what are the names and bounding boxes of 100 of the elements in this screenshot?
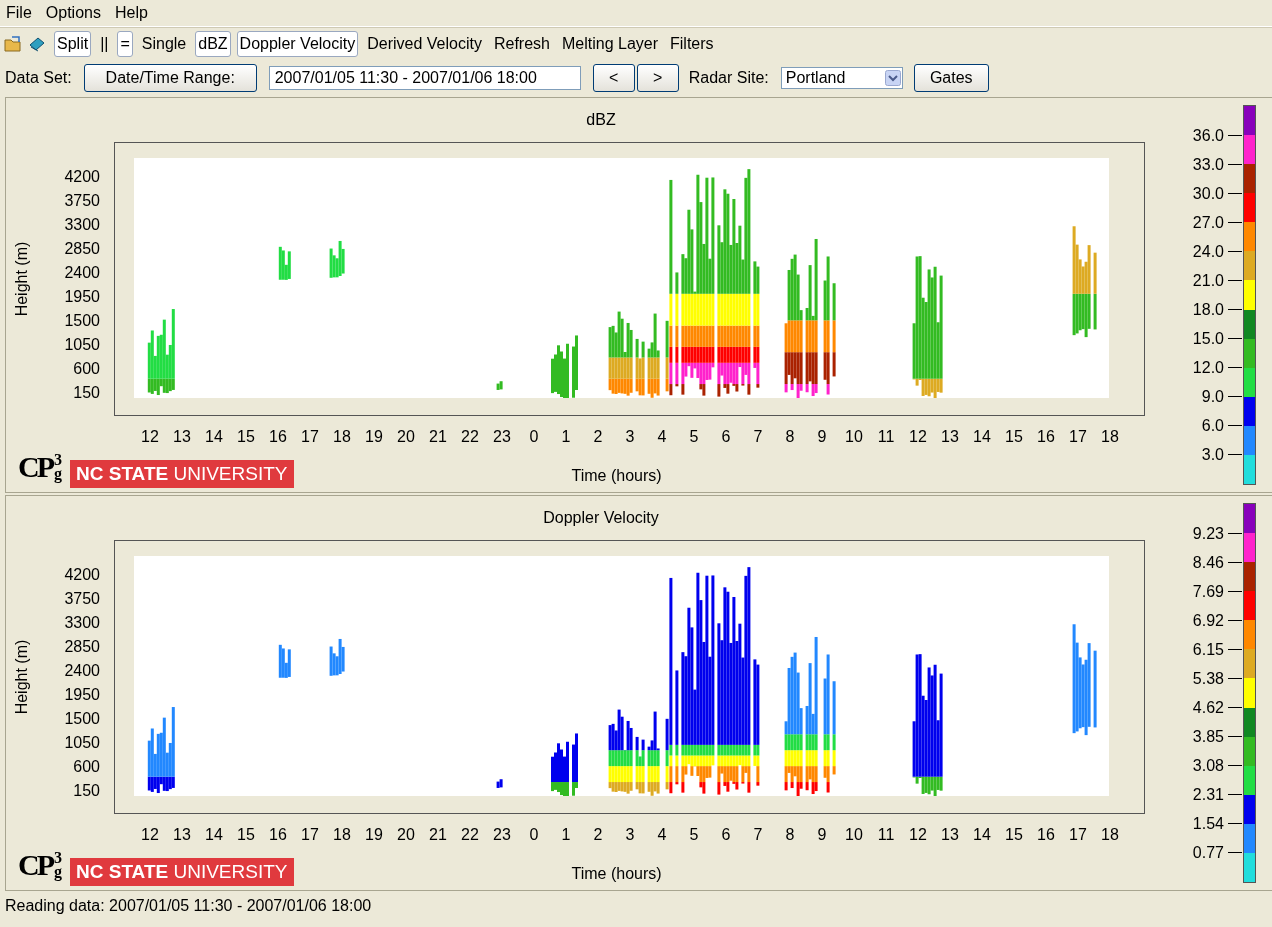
menu-item[interactable]: File: [6, 4, 32, 22]
radar-site-label: Radar Site:: [688, 69, 769, 87]
tick-label: 14: [972, 428, 992, 446]
scale-label: 36.0: [1192, 126, 1224, 145]
scale-label: 1.54: [1192, 814, 1224, 833]
tick-label: 1950: [64, 685, 100, 705]
university-banner: NC STATE UNIVERSITY: [70, 460, 294, 488]
tick-label: 0: [528, 428, 540, 446]
tick-label: 16: [268, 826, 288, 844]
tick-label: 22: [460, 826, 480, 844]
tick-label: 18: [332, 428, 352, 446]
status-text: Reading data: 2007/01/05 11:30 - 2007/01/06 18:00: [4, 896, 373, 916]
tick-label: 23: [492, 428, 512, 446]
tick-label: 150: [73, 781, 100, 801]
tick-label: 13: [172, 428, 192, 446]
tick-label: 23: [492, 826, 512, 844]
tick-label: 16: [1036, 428, 1056, 446]
tick-label: 600: [73, 359, 100, 379]
scale-label: 30.0: [1192, 184, 1224, 203]
tick-label: 1050: [64, 733, 100, 753]
gates-button[interactable]: Gates: [913, 64, 989, 92]
date-range-field[interactable]: 2007/01/05 11:30 - 2007/01/06 18:00: [268, 66, 581, 90]
previous-button[interactable]: <: [592, 64, 635, 92]
tick-label: 5: [688, 826, 700, 844]
menu-item[interactable]: Options: [45, 4, 101, 22]
tick-label: 14: [204, 428, 224, 446]
tick-label: 13: [172, 826, 192, 844]
tick-label: 10: [844, 826, 864, 844]
axis-label: Time (hours): [571, 865, 662, 883]
tick-label: 8: [784, 826, 796, 844]
tick-label: 21: [428, 826, 448, 844]
tick-label: 4200: [64, 167, 100, 187]
axis-label: Height (m): [13, 241, 31, 317]
scale-label: 6.0: [1201, 416, 1224, 435]
date-range-button[interactable]: Date/Time Range:: [83, 64, 257, 92]
tick-label: 16: [1036, 826, 1056, 844]
radar-site-dropdown[interactable]: Portland: [780, 67, 903, 89]
tick-label: 22: [460, 428, 480, 446]
axis-label: Height (m): [13, 639, 31, 715]
scale-label: 24.0: [1192, 242, 1224, 261]
tick-label: 21: [428, 428, 448, 446]
tick-label: 5: [688, 428, 700, 446]
toolbar-button[interactable]: Melting Layer: [559, 31, 662, 57]
toolbar-button[interactable]: Split: [54, 31, 92, 57]
tick-label: 13: [940, 428, 960, 446]
toolbar-button[interactable]: Single: [138, 31, 190, 57]
tick-label: 9: [816, 428, 828, 446]
tick-label: 3750: [64, 589, 100, 609]
scale-label: 9.0: [1201, 387, 1224, 406]
toolbar-button[interactable]: Filters: [667, 31, 717, 57]
toolbar-button[interactable]: ||: [97, 31, 112, 57]
toolbar-button[interactable]: dBZ: [195, 31, 231, 57]
tick-label: 20: [396, 428, 416, 446]
tick-label: 13: [940, 826, 960, 844]
tick-label: 15: [1004, 428, 1024, 446]
tick-label: 18: [1100, 428, 1120, 446]
tick-label: 16: [268, 428, 288, 446]
scale-label: 33.0: [1192, 155, 1224, 174]
tick-label: 19: [364, 428, 384, 446]
tick-label: 17: [300, 826, 320, 844]
tick-label: 11: [876, 428, 896, 446]
book-icon[interactable]: [28, 36, 46, 52]
folder-icon[interactable]: [4, 36, 22, 52]
scale-label: 8.46: [1192, 553, 1224, 572]
toolbar-button[interactable]: =: [117, 31, 133, 57]
scale-label: 0.77: [1192, 843, 1224, 862]
tick-label: 8: [784, 428, 796, 446]
menu-item[interactable]: Help: [114, 4, 148, 22]
tick-label: 17: [1068, 826, 1088, 844]
tick-label: 15: [236, 428, 256, 446]
tick-label: 12: [140, 826, 160, 844]
toolbar-button[interactable]: Refresh: [490, 31, 553, 57]
scale-label: 4.62: [1192, 698, 1224, 717]
tick-label: 3300: [64, 613, 100, 633]
university-banner: NC STATE UNIVERSITY: [70, 858, 294, 886]
tick-label: 6: [720, 428, 732, 446]
tick-label: 17: [300, 428, 320, 446]
next-button[interactable]: >: [636, 64, 679, 92]
tick-label: 12: [140, 428, 160, 446]
tick-label: 14: [204, 826, 224, 844]
tick-label: 600: [73, 757, 100, 777]
tick-label: 3750: [64, 191, 100, 211]
tick-label: 11: [876, 826, 896, 844]
tick-label: 150: [73, 383, 100, 403]
tick-label: 1: [560, 826, 572, 844]
tick-label: 9: [816, 826, 828, 844]
tick-label: 2: [592, 826, 604, 844]
scale-label: 3.0: [1201, 445, 1224, 464]
scale-label: 5.38: [1192, 669, 1224, 688]
tick-label: 4: [656, 826, 668, 844]
chart-title: dBZ: [586, 111, 616, 129]
tick-label: 1500: [64, 709, 100, 729]
tick-label: 12: [908, 428, 928, 446]
scale-label: 3.85: [1192, 727, 1224, 746]
scale-label: 3.08: [1192, 756, 1224, 775]
toolbar-button[interactable]: Doppler Velocity: [236, 31, 359, 57]
tick-label: 3: [624, 428, 636, 446]
toolbar-button[interactable]: Derived Velocity: [364, 31, 485, 57]
tick-label: 6: [720, 826, 732, 844]
tick-label: 4: [656, 428, 668, 446]
